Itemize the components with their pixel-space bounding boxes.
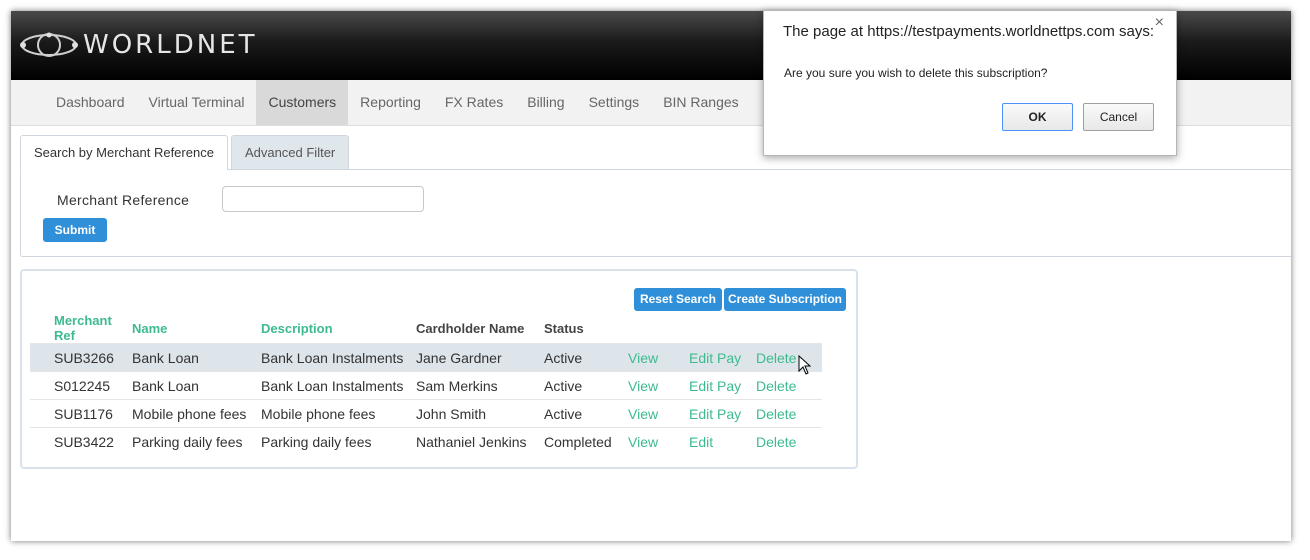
dialog-message: Are you sure you wish to delete this sub… xyxy=(784,66,1048,80)
nav-item-customers[interactable]: Customers xyxy=(256,80,349,125)
table-row: SUB1176 Mobile phone fees Mobile phone f… xyxy=(30,399,822,428)
pay-link[interactable]: Pay xyxy=(717,378,741,394)
column-header-description[interactable]: Description xyxy=(261,313,416,344)
view-link[interactable]: View xyxy=(628,378,658,394)
subscriptions-table: Merchant Ref Name Description Cardholder… xyxy=(30,313,822,455)
cell-description: Mobile phone fees xyxy=(261,399,416,428)
column-header-cardholder-name: Cardholder Name xyxy=(416,320,525,336)
cell-name: Bank Loan xyxy=(132,371,261,400)
delete-link[interactable]: Delete xyxy=(756,350,796,366)
edit-link[interactable]: Edit xyxy=(689,406,713,422)
column-header-name[interactable]: Name xyxy=(132,313,261,344)
nav-item-reporting[interactable]: Reporting xyxy=(348,80,433,125)
nav-item-billing[interactable]: Billing xyxy=(515,80,576,125)
cell-status: Active xyxy=(544,371,628,400)
dialog-title: The page at https://testpayments.worldne… xyxy=(783,23,1155,40)
column-header-status: Status xyxy=(544,320,584,336)
tab-advanced-filter[interactable]: Advanced Filter xyxy=(230,135,350,169)
edit-link[interactable]: Edit xyxy=(689,378,713,394)
nav-item-dashboard[interactable]: Dashboard xyxy=(44,80,137,125)
nav-item-settings[interactable]: Settings xyxy=(577,80,652,125)
tab-search-by-merchant-reference[interactable]: Search by Merchant Reference xyxy=(20,135,228,170)
orbit-logo-icon xyxy=(20,32,78,57)
table-row: SUB3422 Parking daily fees Parking daily… xyxy=(30,427,822,455)
pay-link[interactable]: Pay xyxy=(717,406,741,422)
table-row: S012245 Bank Loan Bank Loan Instalments … xyxy=(30,371,822,400)
cell-merchant-ref: SUB3266 xyxy=(30,343,132,372)
cell-merchant-ref: S012245 xyxy=(30,371,132,400)
cancel-button[interactable]: Cancel xyxy=(1083,103,1154,131)
view-link[interactable]: View xyxy=(628,350,658,366)
logo-text: WORLDNET xyxy=(83,30,258,60)
cell-description: Parking daily fees xyxy=(261,427,416,455)
nav-item-fx-rates[interactable]: FX Rates xyxy=(433,80,515,125)
cell-name: Mobile phone fees xyxy=(132,399,261,428)
cell-cardholder: Nathaniel Jenkins xyxy=(416,427,544,455)
cell-cardholder: Jane Gardner xyxy=(416,343,544,372)
edit-link[interactable]: Edit xyxy=(689,434,713,450)
close-icon[interactable]: × xyxy=(1155,14,1164,32)
delete-link[interactable]: Delete xyxy=(756,406,796,422)
cell-description: Bank Loan Instalments xyxy=(261,371,416,400)
ok-button[interactable]: OK xyxy=(1002,103,1073,131)
delete-link[interactable]: Delete xyxy=(756,434,796,450)
cell-description: Bank Loan Instalments xyxy=(261,343,416,372)
reset-search-button[interactable]: Reset Search xyxy=(634,288,722,311)
edit-link[interactable]: Edit xyxy=(689,350,713,366)
cell-status: Active xyxy=(544,399,628,428)
search-panel: Merchant Reference Submit xyxy=(20,169,1291,257)
cell-status: Completed xyxy=(544,427,628,455)
mouse-pointer-icon xyxy=(798,355,812,375)
create-subscription-button[interactable]: Create Subscription xyxy=(724,288,846,311)
pay-link[interactable]: Pay xyxy=(717,350,741,366)
cell-status: Active xyxy=(544,343,628,372)
search-tabs: Search by Merchant Reference Advanced Fi… xyxy=(20,135,352,170)
nav-item-bin-ranges[interactable]: BIN Ranges xyxy=(651,80,750,125)
worldnet-logo[interactable]: WORLDNET xyxy=(19,25,258,65)
delete-link[interactable]: Delete xyxy=(756,378,796,394)
merchant-reference-input[interactable] xyxy=(222,186,424,212)
submit-button[interactable]: Submit xyxy=(43,218,107,242)
column-header-merchant-ref[interactable]: Merchant Ref xyxy=(30,313,132,344)
cell-name: Bank Loan xyxy=(132,343,261,372)
confirm-delete-dialog: The page at https://testpayments.worldne… xyxy=(763,10,1177,156)
merchant-reference-label: Merchant Reference xyxy=(57,192,190,208)
table-header-row: Merchant Ref Name Description Cardholder… xyxy=(30,313,822,344)
cell-merchant-ref: SUB1176 xyxy=(30,399,132,428)
results-panel: Reset Search Create Subscription Merchan… xyxy=(20,269,858,469)
cell-merchant-ref: SUB3422 xyxy=(30,427,132,455)
cell-name: Parking daily fees xyxy=(132,427,261,455)
cell-cardholder: John Smith xyxy=(416,399,544,428)
view-link[interactable]: View xyxy=(628,434,658,450)
table-row: SUB3266 Bank Loan Bank Loan Instalments … xyxy=(30,343,822,372)
nav-item-virtual-terminal[interactable]: Virtual Terminal xyxy=(137,80,257,125)
cell-cardholder: Sam Merkins xyxy=(416,371,544,400)
view-link[interactable]: View xyxy=(628,406,658,422)
